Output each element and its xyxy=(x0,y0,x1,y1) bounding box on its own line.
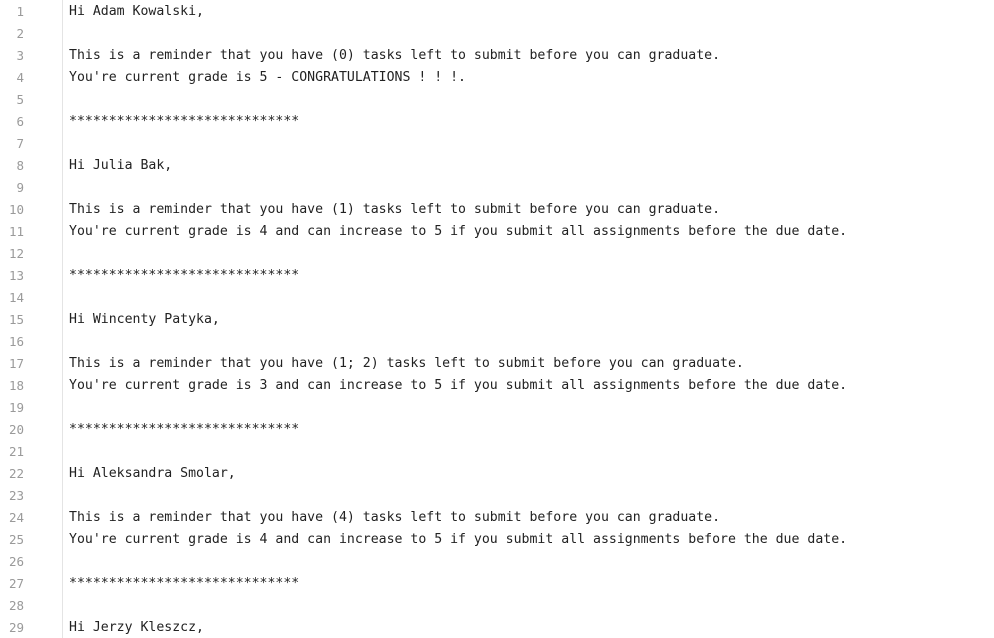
editor-line[interactable]: 5 xyxy=(0,89,994,111)
line-text[interactable]: Hi Wincenty Patyka, xyxy=(69,309,220,331)
line-number: 6 xyxy=(16,114,24,129)
editor-line[interactable]: 17 This is a reminder that you have (1; 2… xyxy=(0,353,994,375)
editor-line[interactable]: 1 Hi Adam Kowalski, xyxy=(0,1,994,23)
line-number: 25 xyxy=(8,532,24,547)
editor-line[interactable]: 9 xyxy=(0,177,994,199)
line-number: 19 xyxy=(8,400,24,415)
line-number: 21 xyxy=(8,444,24,459)
line-text[interactable]: You're current grade is 5 - CONGRATULATI… xyxy=(69,67,466,89)
editor-line[interactable]: 25 You're current grade is 4 and can incr… xyxy=(0,529,994,551)
editor-line[interactable]: 28 xyxy=(0,595,994,617)
line-number: 14 xyxy=(8,290,24,305)
line-text[interactable]: This is a reminder that you have (1; 2) … xyxy=(69,353,744,375)
editor-line[interactable]: 24 This is a reminder that you have (4) t… xyxy=(0,507,994,529)
editor-line[interactable]: 29 Hi Jerzy Kleszcz, xyxy=(0,617,994,638)
line-number: 18 xyxy=(8,378,24,393)
editor-line[interactable]: 27 ***************************** xyxy=(0,573,994,595)
line-number: 27 xyxy=(8,576,24,591)
line-number: 28 xyxy=(8,598,24,613)
editor-line[interactable]: 12 xyxy=(0,243,994,265)
line-number: 23 xyxy=(8,488,24,503)
line-number: 26 xyxy=(8,554,24,569)
line-number: 10 xyxy=(8,202,24,217)
line-number: 29 xyxy=(8,620,24,635)
line-number: 1 xyxy=(16,4,24,19)
editor-line[interactable]: 26 xyxy=(0,551,994,573)
editor-line[interactable]: 14 xyxy=(0,287,994,309)
line-number: 11 xyxy=(8,224,24,239)
line-number: 24 xyxy=(8,510,24,525)
editor-line[interactable]: 2 xyxy=(0,23,994,45)
editor-line[interactable]: 15 Hi Wincenty Patyka, xyxy=(0,309,994,331)
editor-line[interactable]: 6 ***************************** xyxy=(0,111,994,133)
editor-line[interactable]: 4 You're current grade is 5 - CONGRATULAT… xyxy=(0,67,994,89)
line-text[interactable]: You're current grade is 4 and can increa… xyxy=(69,529,847,551)
line-number: 9 xyxy=(16,180,24,195)
line-text[interactable]: ***************************** xyxy=(69,573,299,595)
line-number: 3 xyxy=(16,48,24,63)
line-text[interactable]: ***************************** xyxy=(69,419,299,441)
line-number: 4 xyxy=(16,70,24,85)
editor-line[interactable]: 3 This is a reminder that you have (0) ta… xyxy=(0,45,994,67)
line-text[interactable]: Hi Jerzy Kleszcz, xyxy=(69,617,204,638)
editor-content[interactable]: 1 Hi Adam Kowalski, 2 3 This is a reminder… xyxy=(0,0,994,638)
editor-line[interactable]: 13 ***************************** xyxy=(0,265,994,287)
line-text[interactable]: Hi Adam Kowalski, xyxy=(69,1,204,23)
line-text[interactable]: Hi Aleksandra Smolar, xyxy=(69,463,236,485)
line-text[interactable]: You're current grade is 4 and can increa… xyxy=(69,221,847,243)
line-text[interactable]: ***************************** xyxy=(69,265,299,287)
line-number: 7 xyxy=(16,136,24,151)
text-editor[interactable]: 1 Hi Adam Kowalski, 2 3 This is a reminder… xyxy=(0,0,994,638)
line-text[interactable]: This is a reminder that you have (1) tas… xyxy=(69,199,720,221)
line-text[interactable]: You're current grade is 3 and can increa… xyxy=(69,375,847,397)
line-number: 12 xyxy=(8,246,24,261)
editor-line[interactable]: 22 Hi Aleksandra Smolar, xyxy=(0,463,994,485)
line-number: 2 xyxy=(16,26,24,41)
line-number: 8 xyxy=(16,158,24,173)
editor-line[interactable]: 23 xyxy=(0,485,994,507)
line-text[interactable]: ***************************** xyxy=(69,111,299,133)
line-number: 20 xyxy=(8,422,24,437)
line-number: 13 xyxy=(8,268,24,283)
line-number: 22 xyxy=(8,466,24,481)
line-number: 5 xyxy=(16,92,24,107)
editor-line[interactable]: 16 xyxy=(0,331,994,353)
line-text[interactable]: This is a reminder that you have (0) tas… xyxy=(69,45,720,67)
editor-line[interactable]: 20 ***************************** xyxy=(0,419,994,441)
editor-line[interactable]: 21 xyxy=(0,441,994,463)
line-number: 15 xyxy=(8,312,24,327)
editor-line[interactable]: 7 xyxy=(0,133,994,155)
editor-line[interactable]: 19 xyxy=(0,397,994,419)
line-text[interactable]: This is a reminder that you have (4) tas… xyxy=(69,507,720,529)
editor-line[interactable]: 18 You're current grade is 3 and can incr… xyxy=(0,375,994,397)
line-text[interactable]: Hi Julia Bak, xyxy=(69,155,172,177)
editor-line[interactable]: 11 You're current grade is 4 and can incr… xyxy=(0,221,994,243)
line-number: 16 xyxy=(8,334,24,349)
line-number: 17 xyxy=(8,356,24,371)
editor-line[interactable]: 10 This is a reminder that you have (1) t… xyxy=(0,199,994,221)
editor-line[interactable]: 8 Hi Julia Bak, xyxy=(0,155,994,177)
